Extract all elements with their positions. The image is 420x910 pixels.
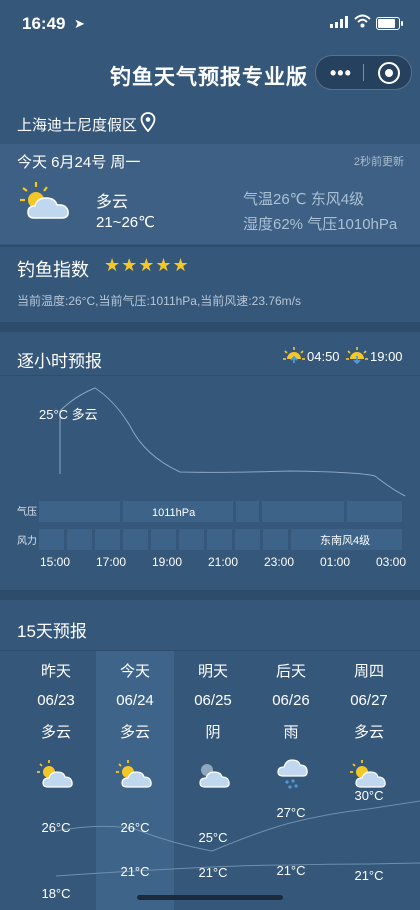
partly-cloudy-icon <box>116 760 152 788</box>
day-date: 06/23 <box>37 692 75 709</box>
hourly-chart[interactable]: 25°C 多云 气压 1011hPa 风力 东南风4级 15:00 17:00 … <box>0 376 420 581</box>
day-column[interactable]: 后天 06/26 雨 27°C 21°C <box>252 660 330 878</box>
day-date: 06/25 <box>194 692 232 709</box>
section-gap <box>0 590 420 600</box>
hour-tick: 21:00 <box>208 555 238 569</box>
sunrise-time: 04:50 <box>307 349 340 364</box>
hour-tick: 15:00 <box>40 555 70 569</box>
close-target-icon[interactable] <box>378 62 400 84</box>
hour-tick: 17:00 <box>96 555 126 569</box>
day-name: 后天 <box>275 663 306 680</box>
today-humidity-pressure: 湿度62% 气压1010hPa <box>243 216 398 233</box>
fishing-index-stars: ★★★★★ <box>104 255 190 275</box>
fishing-index-summary: 当前温度:26°C,当前气压:1011hPa,当前风速:23.76m/s <box>17 294 301 308</box>
hourly-forecast-title: 逐小时预报 <box>17 352 102 371</box>
today-condition: 多云 <box>96 194 129 211</box>
day-column[interactable]: 昨天 06/23 多云 26°C 18°C <box>17 660 95 901</box>
hour-tick: 23:00 <box>264 555 294 569</box>
home-indicator[interactable] <box>137 895 283 900</box>
sunset-time: 19:00 <box>370 349 403 364</box>
day-high: 27°C <box>276 805 306 820</box>
day-low: 21°C <box>120 864 150 879</box>
daily-forecast-title: 15天预报 <box>17 622 87 641</box>
partly-cloudy-icon <box>350 760 386 788</box>
sunrise-icon <box>283 347 305 363</box>
day-date: 06/26 <box>272 692 310 709</box>
section-gap <box>0 322 420 332</box>
wind-value: 东南风4级 <box>320 534 370 547</box>
status-time: 16:49 <box>22 14 66 33</box>
location-pin-icon[interactable] <box>140 112 156 132</box>
divider <box>0 245 420 247</box>
today-temp-wind: 气温26℃ 东风4级 <box>243 191 365 208</box>
location-arrow-icon: ➤ <box>74 16 85 31</box>
hourly-temp-label: 25°C 多云 <box>39 407 98 422</box>
day-date: 06/24 <box>116 692 154 709</box>
mini-program-capsule[interactable]: ••• <box>315 55 412 90</box>
hour-tick: 01:00 <box>320 555 350 569</box>
day-high: 26°C <box>41 820 71 835</box>
more-menu-button[interactable]: ••• <box>330 63 352 84</box>
day-high: 25°C <box>198 830 228 845</box>
day-condition: 雨 <box>283 724 299 741</box>
today-temp-range: 21~26℃ <box>96 214 155 231</box>
sunset-icon <box>346 347 368 364</box>
day-date: 06/27 <box>350 692 388 709</box>
day-high: 26°C <box>120 820 150 835</box>
day-name: 明天 <box>197 663 228 680</box>
wind-row-label: 风力 <box>17 534 37 547</box>
partly-cloudy-icon <box>37 760 73 788</box>
signal-icon <box>330 16 348 28</box>
day-name: 昨天 <box>40 663 71 680</box>
day-condition: 多云 <box>40 724 71 741</box>
day-low: 21°C <box>276 863 306 878</box>
overcast-icon <box>199 764 230 788</box>
fishing-index-title: 钓鱼指数 <box>17 260 89 280</box>
today-date: 今天 6月24号 周一 <box>17 154 141 171</box>
day-low: 18°C <box>41 886 71 901</box>
capsule-divider <box>363 64 364 81</box>
pressure-value: 1011hPa <box>152 507 196 519</box>
hour-tick: 19:00 <box>152 555 182 569</box>
rain-icon <box>277 759 308 789</box>
day-condition: 多云 <box>119 724 150 741</box>
hour-tick: 03:00 <box>376 555 406 569</box>
day-low: 21°C <box>198 865 228 880</box>
day-low: 21°C <box>354 868 384 883</box>
day-high: 30°C <box>354 788 384 803</box>
day-condition: 阴 <box>205 724 221 741</box>
day-column[interactable]: 明天 06/25 阴 25°C 21°C <box>174 660 252 880</box>
status-bar: 16:49 ➤ <box>0 0 420 46</box>
page-title: 钓鱼天气预报专业版 <box>110 66 308 89</box>
day-column[interactable]: 周四 06/27 多云 30°C 21°C <box>330 660 408 883</box>
pressure-bars <box>39 501 402 522</box>
battery-icon <box>376 17 403 30</box>
temperature-curve <box>59 387 406 497</box>
partly-cloudy-icon <box>20 182 69 219</box>
location-name[interactable]: 上海迪士尼度假区 <box>17 114 137 135</box>
pressure-row-label: 气压 <box>17 505 37 518</box>
wifi-icon <box>354 14 371 28</box>
day-name: 周四 <box>353 663 384 680</box>
update-time: 2秒前更新 <box>353 156 404 168</box>
day-column-today[interactable]: 今天 06/24 多云 26°C 21°C <box>96 660 174 879</box>
day-condition: 多云 <box>353 724 384 741</box>
day-name: 今天 <box>119 663 150 680</box>
